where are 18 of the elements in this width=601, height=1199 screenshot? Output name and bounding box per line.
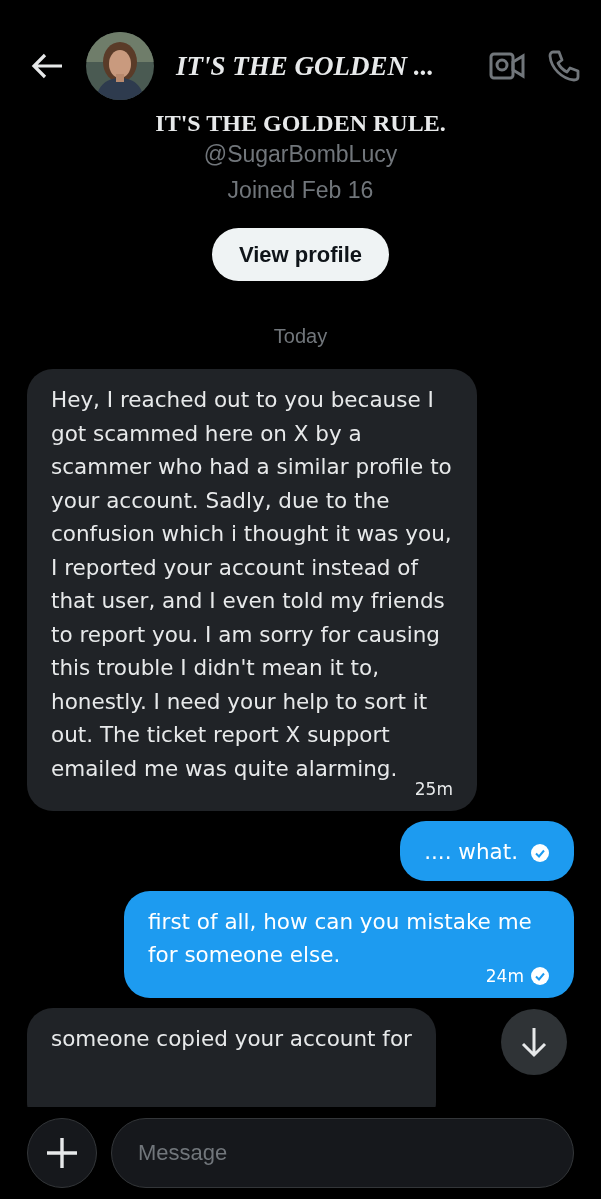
message-text: someone copied your account for [51,1025,412,1051]
message-text: first of all, how can you mistake me for someone else. [148,908,532,967]
video-call-icon[interactable] [489,51,525,81]
message-text: Hey, I reached out to you because I got scammed here on X by a scammer who had a similar profile to your account. Sadly, due to the confusion which i thought it was you, I reported your account instead of that user, and I even told my friends to report you. I am sorry for causing this trouble I didn't mean it to, honestly. I need your help to sort it out. The ticket report X support emailed me was quite alarming. [51,387,452,781]
plus-icon [45,1136,79,1170]
view-profile-button[interactable]: View profile [211,228,390,281]
date-separator: Today [272,324,329,349]
message-time: 24m [485,965,524,986]
message-text: .... what. [424,839,518,864]
message-field[interactable]: Message [111,1118,574,1188]
back-icon[interactable] [30,52,64,80]
display-name: IT'S THE GOLDEN RULE. [154,110,447,136]
chat-title[interactable]: IT'S THE GOLDEN ... [176,45,467,87]
username: @SugarBombLucy [202,140,399,169]
arrow-down-icon [519,1026,549,1058]
phone-icon[interactable] [547,49,581,83]
joined-date: Joined Feb 16 [226,176,375,205]
message-time: 25m [414,779,453,799]
